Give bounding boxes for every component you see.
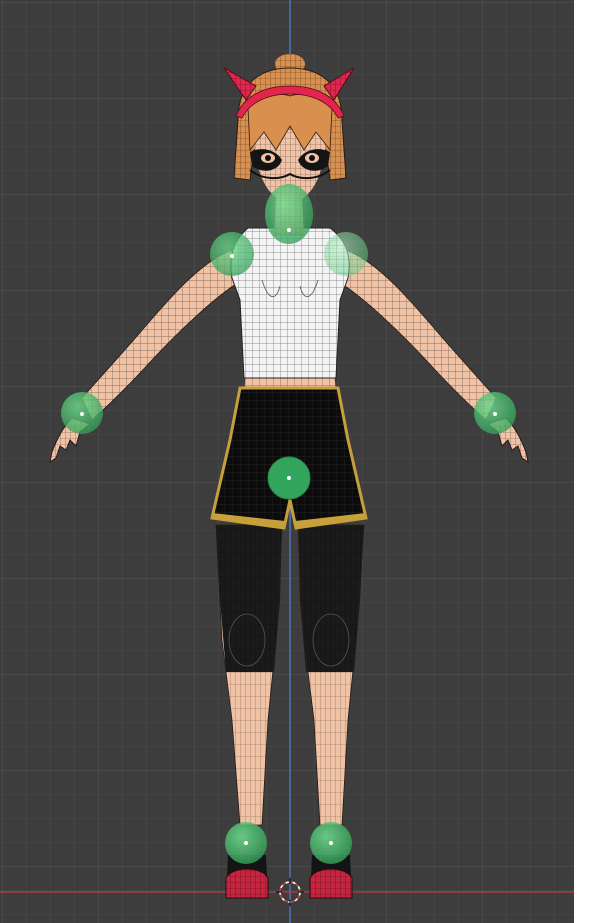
head-control-handle[interactable] <box>265 184 313 244</box>
viewport-canvas[interactable] <box>0 0 574 923</box>
left-hand-control-handle[interactable] <box>61 392 103 434</box>
right-margin <box>574 0 589 923</box>
head <box>223 54 355 204</box>
left-leg <box>215 524 283 826</box>
hip-root-control-handle[interactable] <box>267 456 311 500</box>
right-shoulder-control-handle[interactable] <box>324 232 368 276</box>
right-arm <box>341 249 497 421</box>
left-foot-control-handle[interactable] <box>225 822 267 864</box>
3d-viewport[interactable] <box>0 0 574 923</box>
left-arm <box>81 249 237 421</box>
left-shoulder-control-handle[interactable] <box>210 232 254 276</box>
right-leg <box>297 524 365 826</box>
right-hand-control-handle[interactable] <box>474 392 516 434</box>
right-foot-control-handle[interactable] <box>310 822 352 864</box>
